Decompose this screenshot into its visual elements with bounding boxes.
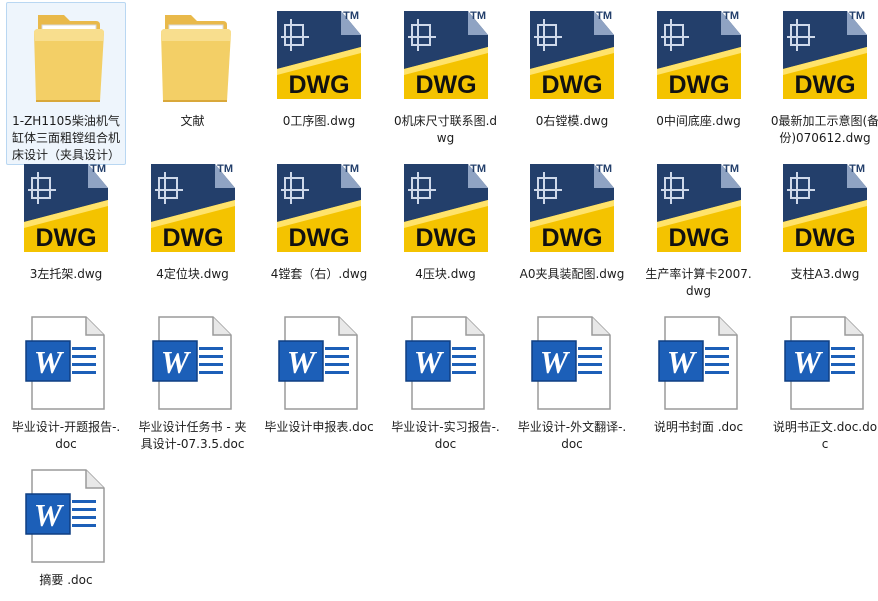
dwg-file-icon: TM DWG <box>396 7 496 107</box>
dwg-file-icon: TM DWG <box>269 7 369 107</box>
svg-text:TM: TM <box>343 10 359 22</box>
svg-text:W: W <box>34 344 65 380</box>
file-item[interactable]: TM DWG 0最新加工示意图(备份)070612.dwg <box>765 2 878 148</box>
file-name-label: 生产率计算卡2007.dwg <box>645 267 752 298</box>
dwg-file-icon: TM DWG <box>16 160 116 260</box>
svg-text:DWG: DWG <box>541 71 602 99</box>
file-item[interactable]: W 毕业设计-开题报告-.doc <box>6 308 126 454</box>
file-name-label: 4镗套（右）.dwg <box>270 267 368 281</box>
file-item[interactable]: TM DWG 3左托架.dwg <box>6 155 126 284</box>
file-name-label: 摘要 .doc <box>39 573 93 587</box>
svg-text:W: W <box>666 344 697 380</box>
word-doc-icon: W <box>16 313 116 413</box>
svg-text:TM: TM <box>470 163 486 175</box>
svg-text:W: W <box>287 344 318 380</box>
file-item[interactable]: TM DWG A0夹具装配图.dwg <box>512 155 632 284</box>
svg-text:DWG: DWG <box>162 224 223 252</box>
svg-text:TM: TM <box>723 163 739 175</box>
svg-text:TM: TM <box>470 10 486 22</box>
folder-item[interactable]: 文献 <box>133 2 253 131</box>
file-name-label: A0夹具装配图.dwg <box>519 267 625 281</box>
dwg-file-icon: TM DWG <box>775 7 875 107</box>
file-item[interactable]: TM DWG 支柱A3.dwg <box>765 155 878 284</box>
svg-text:TM: TM <box>849 163 865 175</box>
svg-text:W: W <box>34 497 65 533</box>
file-name-label: 说明书封面 .doc <box>653 420 744 434</box>
dwg-file-icon: TM DWG <box>396 160 496 260</box>
file-name-label: 支柱A3.dwg <box>790 267 860 281</box>
dwg-file-icon: TM DWG <box>522 160 622 260</box>
svg-text:W: W <box>413 344 444 380</box>
svg-text:TM: TM <box>343 163 359 175</box>
svg-text:DWG: DWG <box>794 224 855 252</box>
word-doc-icon: W <box>16 466 116 566</box>
svg-text:DWG: DWG <box>668 224 729 252</box>
svg-text:TM: TM <box>217 163 233 175</box>
file-name-label: 4压块.dwg <box>415 267 476 281</box>
file-name-label: 3左托架.dwg <box>29 267 103 281</box>
file-name-label: 文献 <box>180 114 205 128</box>
word-doc-icon: W <box>396 313 496 413</box>
file-item[interactable]: TM DWG 0机床尺寸联系图.dwg <box>386 2 506 148</box>
svg-text:DWG: DWG <box>288 224 349 252</box>
file-item[interactable]: TM DWG 4镗套（右）.dwg <box>259 155 379 284</box>
file-name-label: 毕业设计任务书 - 夹具设计-07.3.5.doc <box>138 420 247 451</box>
dwg-file-icon: TM DWG <box>649 160 749 260</box>
svg-text:DWG: DWG <box>541 224 602 252</box>
dwg-file-icon: TM DWG <box>649 7 749 107</box>
svg-text:DWG: DWG <box>288 71 349 99</box>
file-name-label: 毕业设计申报表.doc <box>264 420 374 434</box>
file-name-label: 0中间底座.dwg <box>656 114 741 128</box>
file-item[interactable]: W 说明书封面 .doc <box>639 308 759 437</box>
word-doc-icon: W <box>143 313 243 413</box>
dwg-file-icon: TM DWG <box>143 160 243 260</box>
word-doc-icon: W <box>775 313 875 413</box>
file-item[interactable]: TM DWG 0工序图.dwg <box>259 2 379 131</box>
svg-text:DWG: DWG <box>35 224 96 252</box>
file-name-label: 说明书正文.doc.doc <box>772 420 878 451</box>
svg-text:W: W <box>540 344 571 380</box>
file-item[interactable]: TM DWG 4压块.dwg <box>386 155 506 284</box>
file-item[interactable]: W 毕业设计申报表.doc <box>259 308 379 437</box>
file-name-label: 4定位块.dwg <box>156 267 229 281</box>
file-item[interactable]: TM DWG 4定位块.dwg <box>133 155 253 284</box>
file-item[interactable]: W 毕业设计任务书 - 夹具设计-07.3.5.doc <box>133 308 253 454</box>
word-doc-icon: W <box>522 313 622 413</box>
svg-text:TM: TM <box>596 163 612 175</box>
file-item[interactable]: W 摘要 .doc <box>6 461 126 590</box>
file-item[interactable]: TM DWG 0中间底座.dwg <box>639 2 759 131</box>
folder-icon <box>16 7 116 107</box>
file-name-label: 0机床尺寸联系图.dwg <box>393 114 498 145</box>
file-name-label: 毕业设计-外文翻译-.doc <box>517 420 627 451</box>
file-item[interactable]: W 说明书正文.doc.doc <box>765 308 878 454</box>
svg-text:DWG: DWG <box>415 224 476 252</box>
file-name-label: 0最新加工示意图(备份)070612.dwg <box>770 114 878 145</box>
svg-text:TM: TM <box>90 163 106 175</box>
file-name-label: 0工序图.dwg <box>282 114 356 128</box>
file-name-label: 0右镗模.dwg <box>535 114 609 128</box>
svg-text:W: W <box>793 344 824 380</box>
word-doc-icon: W <box>269 313 369 413</box>
file-name-label: 毕业设计-实习报告-.doc <box>391 420 500 451</box>
file-item[interactable]: TM DWG 生产率计算卡2007.dwg <box>639 155 759 301</box>
file-item[interactable]: W 毕业设计-外文翻译-.doc <box>512 308 632 454</box>
svg-text:TM: TM <box>849 10 865 22</box>
dwg-file-icon: TM DWG <box>522 7 622 107</box>
dwg-file-icon: TM DWG <box>269 160 369 260</box>
folder-icon <box>143 7 243 107</box>
file-item[interactable]: TM DWG 0右镗模.dwg <box>512 2 632 131</box>
file-grid: 1-ZH1105柴油机气缸体三面粗镗组合机床设计（夹具设计） 文献 TM DWG… <box>0 0 878 601</box>
svg-text:TM: TM <box>596 10 612 22</box>
folder-item[interactable]: 1-ZH1105柴油机气缸体三面粗镗组合机床设计（夹具设计） <box>6 2 126 165</box>
file-name-label: 毕业设计-开题报告-.doc <box>11 420 121 451</box>
file-item[interactable]: W 毕业设计-实习报告-.doc <box>386 308 506 454</box>
dwg-file-icon: TM DWG <box>775 160 875 260</box>
svg-text:DWG: DWG <box>668 71 729 99</box>
svg-text:DWG: DWG <box>794 71 855 99</box>
svg-text:W: W <box>160 344 191 380</box>
word-doc-icon: W <box>649 313 749 413</box>
svg-text:TM: TM <box>723 10 739 22</box>
svg-text:DWG: DWG <box>415 71 476 99</box>
